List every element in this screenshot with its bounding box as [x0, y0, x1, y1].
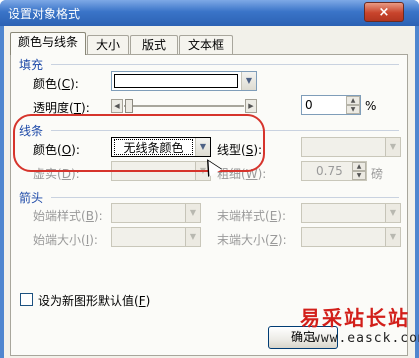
end-size-label: 末端大小(Z):	[217, 233, 287, 247]
begin-size-dropdown[interactable]: ▼	[111, 227, 201, 247]
slider-track	[124, 105, 244, 107]
end-style-dropdown[interactable]: ▼	[301, 203, 401, 223]
title-bar[interactable]: 设置对象格式 ×	[0, 0, 419, 26]
weight-value: 0.75	[316, 164, 343, 178]
fill-divider	[51, 64, 399, 65]
begin-style-label: 始端样式(B):	[33, 209, 103, 223]
weight-spinner[interactable]: 0.75 ▲ ▼	[301, 161, 367, 181]
tab-layout[interactable]: 版式	[130, 35, 178, 54]
default-checkbox[interactable]	[20, 293, 33, 306]
begin-size-label: 始端大小(I):	[33, 233, 98, 247]
slider-left-arrow-icon[interactable]: ◀	[111, 99, 123, 113]
chevron-down-icon: ▼	[385, 204, 400, 222]
tab-size[interactable]: 大小	[87, 35, 129, 54]
chevron-down-icon: ▼	[185, 204, 200, 222]
tab-colors-and-lines[interactable]: 颜色与线条	[10, 32, 86, 55]
arrows-section-title: 箭头	[19, 191, 44, 205]
highlight-ellipse	[13, 114, 265, 172]
spin-buttons[interactable]: ▲ ▼	[346, 96, 360, 114]
transparency-value: 0	[305, 98, 313, 112]
transparency-spinner[interactable]: 0 ▲ ▼	[301, 95, 361, 115]
chevron-down-icon: ▼	[385, 228, 400, 246]
default-checkbox-label: 设为新图形默认值(F)	[38, 294, 151, 308]
end-size-dropdown[interactable]: ▼	[301, 227, 401, 247]
tab-textbox[interactable]: 文本框	[179, 35, 233, 54]
fill-color-swatch	[114, 74, 238, 88]
spin-buttons[interactable]: ▲ ▼	[352, 162, 366, 180]
chevron-down-icon: ▼	[185, 228, 200, 246]
fill-color-dropdown[interactable]: ▼	[111, 71, 257, 91]
line-style-dropdown[interactable]: ▼	[301, 137, 401, 157]
watermark-url: www.easck.com	[312, 331, 419, 346]
percent-sign: %	[365, 99, 377, 113]
slider-right-arrow-icon[interactable]: ▶	[245, 99, 257, 113]
spin-down-icon: ▼	[346, 105, 360, 114]
spin-up-icon: ▲	[346, 96, 360, 105]
weight-unit: 磅	[371, 167, 384, 181]
transparency-slider[interactable]: ◀ ▶	[111, 99, 257, 113]
fill-color-label: 颜色(C):	[33, 77, 79, 91]
dialog-title: 设置对象格式	[8, 7, 81, 21]
chevron-down-icon: ▼	[385, 138, 400, 156]
chevron-down-icon: ▼	[241, 72, 256, 90]
begin-style-dropdown[interactable]: ▼	[111, 203, 201, 223]
arrows-divider	[51, 197, 399, 198]
close-button[interactable]: ×	[364, 2, 404, 22]
watermark-text: 易采站长站	[300, 306, 410, 330]
slider-thumb[interactable]	[125, 99, 133, 113]
dialog-window: 设置对象格式 × 颜色与线条 大小 版式 文本框 填充 颜色(C): ▼ 透明度…	[0, 0, 419, 358]
end-style-label: 末端样式(E):	[217, 209, 287, 223]
fill-section-title: 填充	[19, 58, 44, 72]
